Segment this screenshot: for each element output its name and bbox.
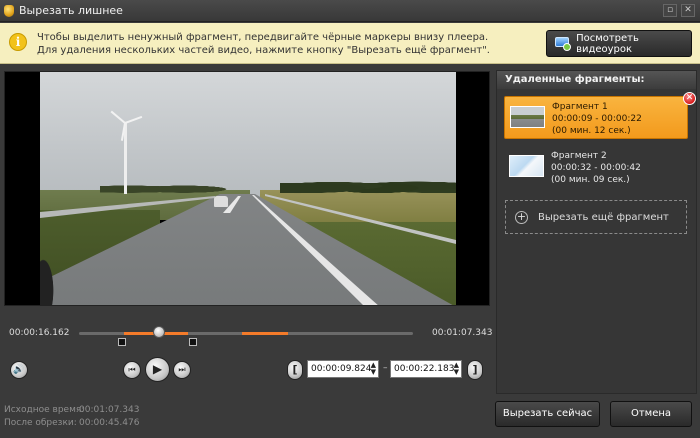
end-time-field[interactable]: 00:00:22.183 ▲ ▼ xyxy=(390,360,462,378)
fragment-item-1[interactable]: Фрагмент 1 00:00:09 - 00:00:22 (00 мин. … xyxy=(504,92,696,139)
next-frame-button[interactable]: ⏭ xyxy=(173,361,191,379)
fragment-name: Фрагмент 1 xyxy=(552,102,608,112)
fragment-duration: (00 мин. 12 сек.) xyxy=(552,126,631,136)
delete-fragment-button[interactable]: ✕ xyxy=(683,92,696,105)
add-fragment-button[interactable]: + Вырезать ещё фрагмент xyxy=(505,200,687,234)
watch-lesson-button[interactable]: Посмотреть видеоурок xyxy=(546,30,692,57)
cut-segment-2 xyxy=(241,332,289,335)
window-title: Вырезать лишнее xyxy=(19,4,123,17)
title-bar: Вырезать лишнее ▫ ✕ xyxy=(0,0,700,22)
info-icon: i xyxy=(9,33,27,51)
info-line-2: Для удаления нескольких частей видео, на… xyxy=(37,45,490,56)
fragment-thumbnail xyxy=(509,155,544,177)
set-start-button[interactable]: [ xyxy=(287,360,303,380)
play-button[interactable]: ▶ xyxy=(145,357,170,382)
fragment-duration: (00 мин. 09 сек.) xyxy=(551,175,630,185)
after-cut-value: 00:00:45.476 xyxy=(79,418,140,428)
duration-stats: Исходное время: 00:01:07.343 После обрез… xyxy=(4,404,204,430)
total-time: 00:01:07.343 xyxy=(432,328,493,338)
restore-button[interactable]: ▫ xyxy=(663,4,677,17)
cut-now-button[interactable]: Вырезать сейчас xyxy=(495,401,600,427)
removed-fragments-panel: Удаленные фрагменты: Фрагмент 1 00:00:09… xyxy=(496,70,697,394)
video-lesson-icon xyxy=(555,36,571,51)
prev-frame-button[interactable]: ⏮ xyxy=(123,361,141,379)
fragment-thumbnail xyxy=(510,106,545,128)
app-icon xyxy=(4,4,14,17)
timeline-track[interactable] xyxy=(79,326,413,338)
fragment-range: 00:00:32 - 00:00:42 xyxy=(551,163,641,173)
end-time-stepper[interactable]: ▲ ▼ xyxy=(454,362,459,376)
info-line-1: Чтобы выделить ненужный фрагмент, передв… xyxy=(37,32,489,43)
end-time-value: 00:00:22.183 xyxy=(394,364,455,374)
video-frame xyxy=(40,72,456,305)
source-time-label: Исходное время: xyxy=(4,405,85,415)
set-end-button[interactable]: ] xyxy=(467,360,483,380)
playback-controls: 🔊 ⏮ ▶ ⏭ [ 00:00:09.824 ▲ ▼ – 00:00:22.183… xyxy=(0,356,492,384)
range-dash: – xyxy=(383,363,388,373)
start-marker[interactable] xyxy=(118,338,126,346)
current-time: 00:00:16.162 xyxy=(9,328,70,338)
after-cut-label: После обрезки: xyxy=(4,418,77,428)
source-time-value: 00:01:07.343 xyxy=(79,405,140,415)
close-button[interactable]: ✕ xyxy=(681,4,695,17)
start-time-stepper[interactable]: ▲ ▼ xyxy=(371,362,376,376)
cancel-button[interactable]: Отмена xyxy=(610,401,692,427)
video-preview[interactable] xyxy=(4,71,490,306)
fragment-range: 00:00:09 - 00:00:22 xyxy=(552,114,642,124)
timeline: 00:00:16.162 00:01:07.343 xyxy=(0,318,492,348)
end-marker[interactable] xyxy=(189,338,197,346)
add-fragment-label: Вырезать ещё фрагмент xyxy=(538,211,669,223)
fragment-item-2[interactable]: Фрагмент 2 00:00:32 - 00:00:42 (00 мин. … xyxy=(504,146,688,189)
playhead-thumb[interactable] xyxy=(153,326,166,338)
panel-header: Удаленные фрагменты: xyxy=(497,71,696,89)
volume-button[interactable]: 🔊 xyxy=(10,361,28,379)
info-bar: i Чтобы выделить ненужный фрагмент, пере… xyxy=(0,23,700,64)
plus-icon: + xyxy=(515,209,528,224)
fragment-name: Фрагмент 2 xyxy=(551,151,607,161)
start-time-value: 00:00:09.824 xyxy=(311,364,372,374)
start-time-field[interactable]: 00:00:09.824 ▲ ▼ xyxy=(307,360,379,378)
info-text: Чтобы выделить ненужный фрагмент, передв… xyxy=(37,31,490,57)
watch-lesson-label: Посмотреть видеоурок xyxy=(576,32,639,55)
